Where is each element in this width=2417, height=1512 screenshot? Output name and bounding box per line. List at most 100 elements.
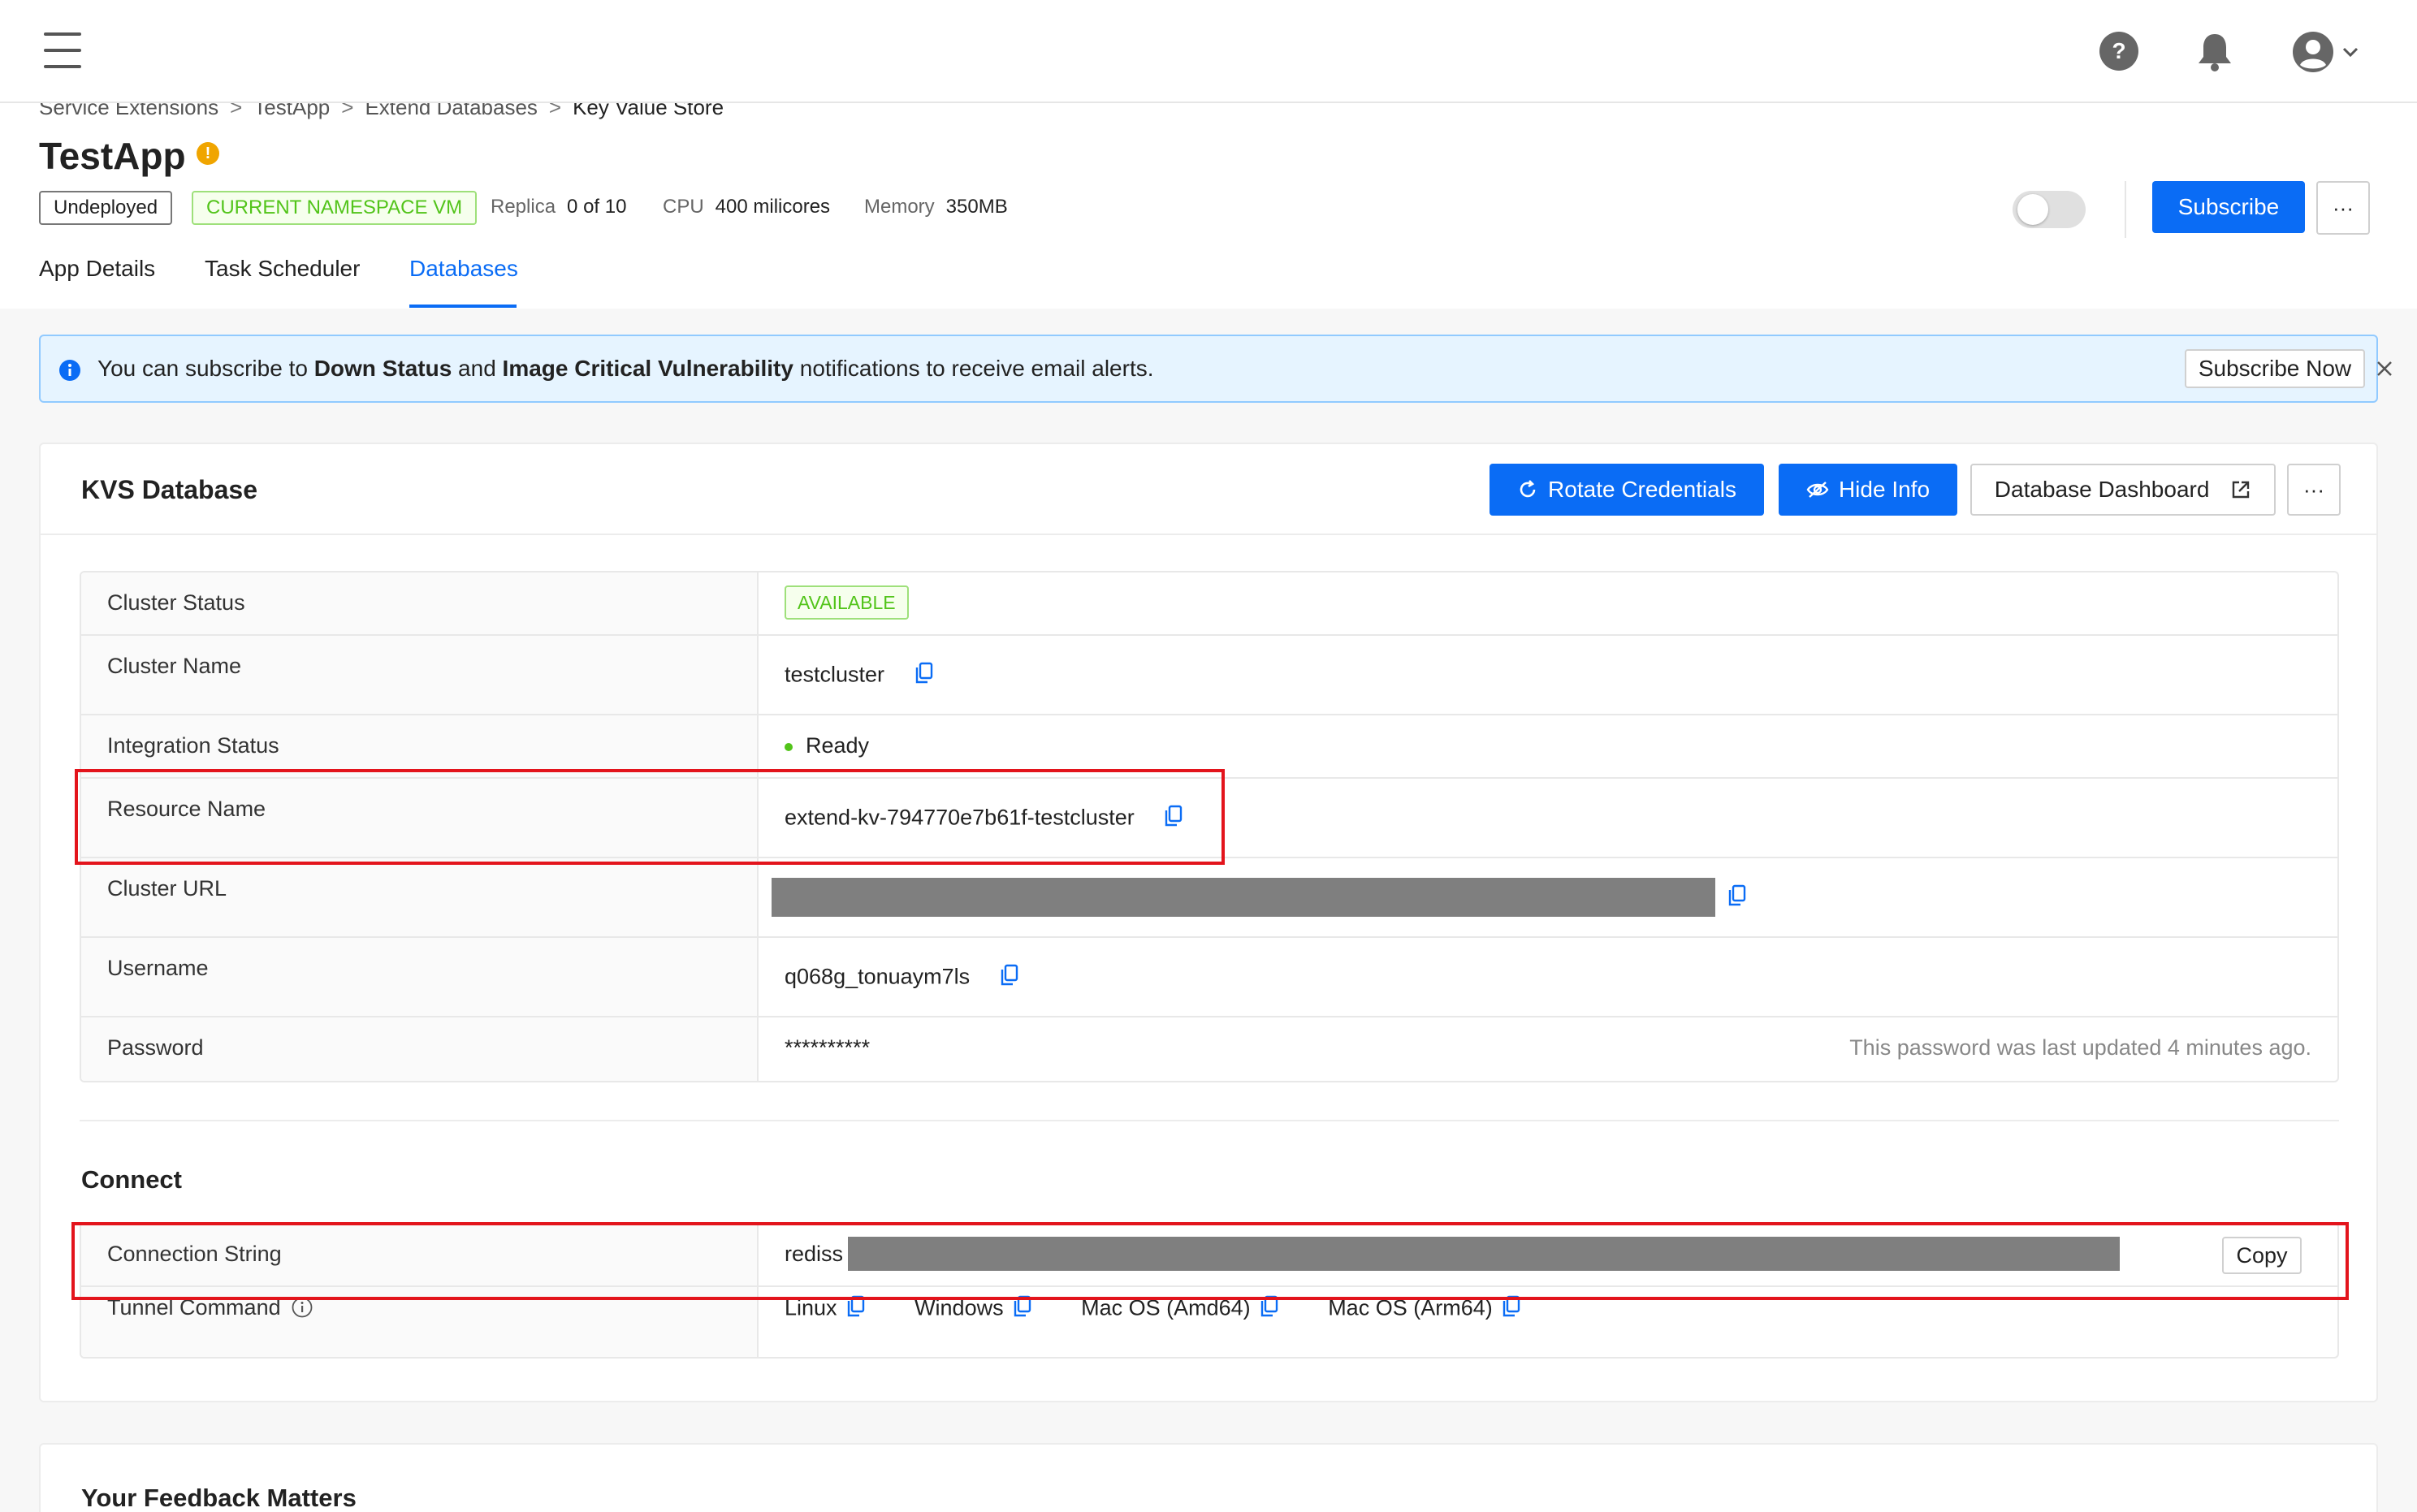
row-label: Tunnel Command — [81, 1287, 759, 1357]
warning-icon[interactable]: ! — [197, 142, 219, 165]
feedback-title: Your Feedback Matters — [81, 1484, 357, 1512]
rotate-credentials-button[interactable]: Rotate Credentials — [1490, 464, 1764, 516]
resource-name-value: extend-kv-794770e7b61f-testcluster — [785, 805, 1135, 830]
banner-text: You can subscribe to — [97, 356, 314, 381]
row-value: AVAILABLE — [759, 572, 2337, 634]
tab-app-details[interactable]: App Details — [39, 256, 155, 282]
copy-icon[interactable] — [1001, 964, 1018, 992]
more-options-button[interactable]: ··· — [2316, 181, 2370, 235]
table-row: Cluster Name testcluster — [81, 636, 2337, 715]
notification-bell-icon[interactable] — [2196, 31, 2233, 73]
table-row: Tunnel Command Linux Windows Mac OS (Amd… — [81, 1287, 2337, 1357]
row-label: Resource Name — [81, 779, 759, 857]
breadcrumb-item[interactable]: Extend Databases — [365, 103, 537, 119]
row-value: Linux Windows Mac OS (Amd64) Mac OS (Arm… — [759, 1287, 2337, 1357]
tunnel-macos-arm64[interactable]: Mac OS (Arm64) — [1328, 1295, 1520, 1324]
subscribe-button[interactable]: Subscribe — [2152, 181, 2305, 233]
row-label: Cluster Name — [81, 636, 759, 714]
subscription-info-banner: You can subscribe to Down Status and Ima… — [39, 335, 2392, 403]
svg-text:?: ? — [2112, 38, 2125, 63]
table-row: Resource Name extend-kv-794770e7b61f-tes… — [81, 779, 2337, 858]
copy-icon[interactable] — [1014, 1295, 1031, 1324]
tunnel-command-label: Tunnel Command — [107, 1295, 281, 1320]
card-header-divider — [41, 534, 2376, 535]
tunnel-linux[interactable]: Linux — [785, 1295, 865, 1324]
redacted-connection-string — [848, 1237, 2120, 1271]
rotate-label: Rotate Credentials — [1548, 477, 1736, 502]
row-value: q068g_tonuaym7ls — [759, 938, 2337, 1016]
tab-task-scheduler[interactable]: Task Scheduler — [205, 256, 360, 282]
cluster-status-badge: AVAILABLE — [785, 585, 909, 620]
row-value: extend-kv-794770e7b61f-testcluster — [759, 779, 2337, 857]
breadcrumb: Service Extensions > TestApp > Extend Databa… — [39, 103, 724, 120]
chevron-down-icon[interactable] — [2342, 45, 2359, 60]
user-avatar-icon[interactable] — [2292, 31, 2334, 73]
tunnel-option-label: Mac OS (Arm64) — [1328, 1295, 1493, 1320]
tunnel-option-label: Linux — [785, 1295, 837, 1320]
banner-bold-vulnerability: Image Critical Vulnerability — [502, 356, 793, 381]
namespace-badge: CURRENT NAMESPACE VM — [192, 191, 478, 225]
connection-string-value: rediss — [785, 1242, 844, 1266]
subscribe-now-button[interactable]: Subscribe Now — [2185, 349, 2365, 388]
row-label: Username — [81, 938, 759, 1016]
toggle-knob — [2017, 194, 2048, 225]
card-title: KVS Database — [81, 475, 257, 504]
copy-connection-string-button[interactable]: Copy — [2222, 1237, 2302, 1274]
kvs-database-card: KVS Database Rotate Credentials Hide Inf… — [39, 443, 2378, 1402]
eye-off-icon — [1806, 481, 1829, 498]
active-tab-indicator — [409, 305, 517, 308]
integration-status-value: Ready — [806, 733, 870, 758]
info-icon — [58, 359, 81, 382]
copy-icon[interactable] — [915, 662, 933, 690]
tunnel-option-label: Windows — [914, 1295, 1004, 1320]
app-toggle-switch[interactable] — [2013, 191, 2086, 228]
breadcrumb-item[interactable]: TestApp — [253, 103, 330, 119]
row-label: Password — [81, 1017, 759, 1081]
breadcrumb-item[interactable]: Service Extensions — [39, 103, 218, 119]
section-divider — [80, 1120, 2339, 1121]
hamburger-menu-icon[interactable] — [44, 32, 81, 68]
row-value: ********** This password was last update… — [759, 1017, 2337, 1081]
banner-bold-down-status: Down Status — [313, 356, 452, 381]
tunnel-macos-amd64[interactable]: Mac OS (Amd64) — [1081, 1295, 1278, 1324]
breadcrumb-separator: > — [230, 103, 243, 119]
table-row: Username q068g_tonuaym7ls — [81, 938, 2337, 1017]
app-header: Service Extensions > TestApp > Extend Databa… — [0, 103, 2417, 309]
copy-icon[interactable] — [1260, 1295, 1278, 1324]
feedback-card: Your Feedback Matters — [39, 1443, 2378, 1512]
close-icon[interactable] — [2375, 359, 2394, 378]
breadcrumb-separator: > — [548, 103, 562, 119]
database-info-table: Cluster Status AVAILABLE Cluster Name te… — [80, 571, 2339, 1082]
tab-databases[interactable]: Databases — [409, 256, 518, 282]
cpu-info: CPU 400 milicores — [663, 196, 830, 218]
table-row: Cluster URL — [81, 858, 2337, 938]
table-row: Password ********** This password was la… — [81, 1017, 2337, 1081]
hide-info-button[interactable]: Hide Info — [1779, 464, 1957, 516]
database-dashboard-button[interactable]: Database Dashboard — [1970, 464, 2276, 516]
password-updated-note: This password was last updated 4 minutes… — [1849, 1035, 2311, 1060]
table-row: Cluster Status AVAILABLE — [81, 572, 2337, 636]
connect-table: Connection String rediss Copy Tunnel Com… — [80, 1222, 2339, 1359]
help-icon[interactable]: ? — [2099, 31, 2139, 71]
dashboard-label: Database Dashboard — [1994, 477, 2210, 502]
banner-text: notifications to receive email alerts. — [793, 356, 1154, 381]
password-value: ********** — [785, 1035, 871, 1060]
copy-icon[interactable] — [1503, 1295, 1520, 1324]
breadcrumb-separator: > — [341, 103, 354, 119]
table-row: Connection String rediss Copy — [81, 1224, 2337, 1287]
memory-value: 350MB — [945, 196, 1008, 218]
row-value — [759, 858, 2337, 936]
copy-icon[interactable] — [847, 1295, 865, 1324]
row-label: Connection String — [81, 1224, 759, 1285]
breadcrumb-current: Key Value Store — [573, 103, 724, 119]
copy-icon[interactable] — [1728, 884, 1746, 913]
copy-icon[interactable] — [1165, 805, 1183, 833]
card-more-button[interactable]: ··· — [2287, 464, 2341, 516]
cluster-name-value: testcluster — [785, 662, 885, 687]
memory-label: Memory — [864, 196, 935, 218]
replica-info: Replica 0 of 10 — [491, 196, 626, 218]
tunnel-windows[interactable]: Windows — [914, 1295, 1031, 1324]
page-title: TestApp — [39, 135, 186, 177]
redacted-cluster-url — [772, 878, 1715, 917]
username-value: q068g_tonuaym7ls — [785, 964, 971, 989]
